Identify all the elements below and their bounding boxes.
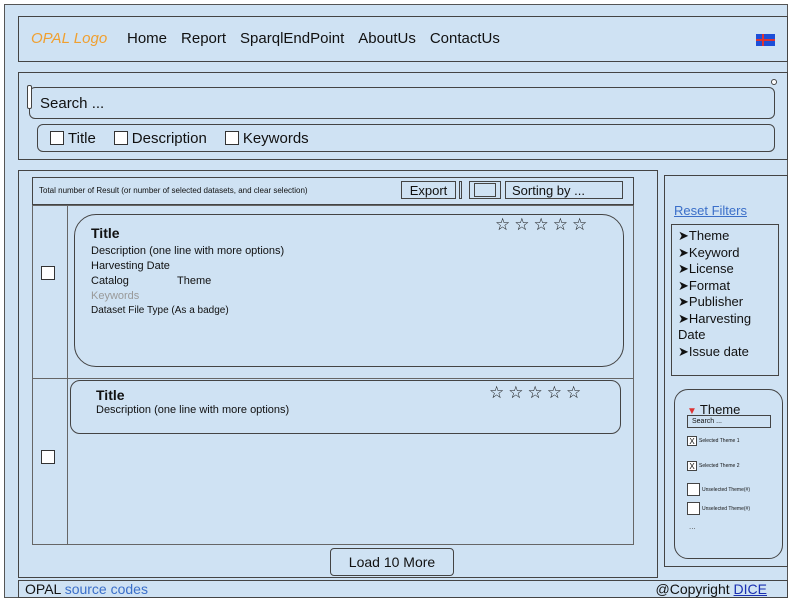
filter-title-label: Title xyxy=(68,129,96,147)
results-count-text[interactable]: Total number of Result (or number of sel… xyxy=(39,186,308,195)
footer: OPAL source codes @Copyright DICE xyxy=(18,580,788,598)
reset-filters-link[interactable]: Reset Filters xyxy=(674,203,747,218)
filter-sidebar: Reset Filters ➤Theme ➤Keyword ➤License ➤… xyxy=(664,175,788,567)
nav-links: Home Report SparqlEndPoint AboutUs Conta… xyxy=(127,30,514,47)
facet-format[interactable]: ➤Format xyxy=(678,278,778,295)
theme-item-2[interactable]: X Selected Theme 2 xyxy=(687,461,740,471)
footer-brand: OPAL xyxy=(25,581,61,597)
facet-harvesting-date[interactable]: ➤Harvesting Date xyxy=(678,311,778,344)
card-title[interactable]: Title xyxy=(96,387,125,403)
facet-publisher[interactable]: ➤Publisher xyxy=(678,294,778,311)
row-select-checkbox-2[interactable] xyxy=(41,450,55,464)
checkbox-title[interactable] xyxy=(50,131,64,145)
checkbox-description[interactable] xyxy=(113,131,128,145)
card-catalog: Catalog xyxy=(91,275,129,287)
top-navbar: OPAL Logo Home Report SparqlEndPoint Abo… xyxy=(18,16,788,62)
theme-search-input[interactable]: Search ... xyxy=(687,415,771,428)
checkbox-unchecked[interactable] xyxy=(687,502,700,515)
load-more-button[interactable]: Load 10 More xyxy=(330,548,454,576)
search-input[interactable]: Search ... xyxy=(27,79,777,119)
nav-link-contactus[interactable]: ContactUs xyxy=(430,30,500,47)
rating-stars-icon[interactable]: ☆☆☆☆☆ xyxy=(489,383,585,403)
theme-filter-panel: ▼ Theme Search ... X Selected Theme 1 X Sel… xyxy=(674,389,783,559)
facet-issue-date[interactable]: ➤Issue date xyxy=(678,344,778,361)
filter-keywords[interactable]: Keywords xyxy=(224,129,309,147)
language-flag-icon[interactable] xyxy=(756,34,775,46)
rating-stars-icon[interactable]: ☆☆☆☆☆ xyxy=(495,215,591,235)
nav-link-report[interactable]: Report xyxy=(181,30,226,47)
checkbox-keywords[interactable] xyxy=(224,131,239,145)
card-filetype-badge: Dataset File Type (As a badge) xyxy=(91,305,229,316)
export-divider xyxy=(459,181,462,199)
checkbox-column-divider xyxy=(67,206,68,544)
resize-dot-icon xyxy=(771,79,777,85)
card-description: Description (one line with more options) xyxy=(96,404,290,416)
nav-link-sparqlendpoint[interactable]: SparqlEndPoint xyxy=(240,30,344,47)
filter-description[interactable]: Description xyxy=(113,129,207,147)
row-separator xyxy=(33,378,633,379)
search-placeholder: Search ... xyxy=(40,95,105,112)
filter-description-label: Description xyxy=(131,129,207,147)
scroll-handle-icon xyxy=(27,85,32,109)
more-themes-ellipsis: ... xyxy=(689,522,696,531)
search-panel: Search ... Title Description Keywords xyxy=(18,72,788,160)
results-toolbar: Total number of Result (or number of sel… xyxy=(32,177,634,205)
footer-right: @Copyright DICE xyxy=(656,581,767,597)
nav-link-aboutus[interactable]: AboutUs xyxy=(358,30,416,47)
opal-logo[interactable]: OPAL Logo xyxy=(31,30,107,47)
checkbox-checked[interactable]: X xyxy=(687,436,697,446)
dataset-card-2[interactable]: Title Description (one line with more op… xyxy=(70,380,621,434)
card-title[interactable]: Title xyxy=(91,225,120,241)
row-select-checkbox-1[interactable] xyxy=(41,266,55,280)
dice-link[interactable]: DICE xyxy=(734,581,767,597)
dataset-card-1[interactable]: Title Description (one line with more op… xyxy=(74,214,624,367)
facet-list: ➤Theme ➤Keyword ➤License ➤Format ➤Publis… xyxy=(671,224,779,376)
theme-item-4[interactable]: Unselected Theme(#) xyxy=(687,502,750,515)
nav-link-home[interactable]: Home xyxy=(127,30,167,47)
filter-title[interactable]: Title xyxy=(50,130,96,147)
card-description: Description (one line with more options) xyxy=(91,245,285,257)
facet-license[interactable]: ➤License xyxy=(678,261,778,278)
source-codes-link[interactable]: source codes xyxy=(65,581,148,597)
theme-item-3[interactable]: Unselected Theme(#) xyxy=(687,483,750,496)
sorting-dropdown[interactable]: Sorting by ... xyxy=(505,181,623,199)
export-button[interactable]: Export xyxy=(401,181,456,199)
theme-item-1[interactable]: X Selected Theme 1 xyxy=(687,436,740,446)
footer-left: OPAL source codes xyxy=(25,581,148,597)
facet-keyword[interactable]: ➤Keyword xyxy=(678,245,778,262)
view-toggle[interactable] xyxy=(469,181,501,199)
checkbox-unchecked[interactable] xyxy=(687,483,700,496)
card-keywords: Keywords xyxy=(91,290,140,302)
facet-theme[interactable]: ➤Theme xyxy=(678,228,778,245)
card-theme: Theme xyxy=(177,275,212,287)
filter-keywords-label: Keywords xyxy=(242,129,309,147)
search-field-filters: Title Description Keywords xyxy=(37,124,775,152)
checkbox-checked[interactable]: X xyxy=(687,461,697,471)
copyright-text: @Copyright xyxy=(655,581,730,597)
card-harvesting-date: Harvesting Date xyxy=(91,260,170,272)
